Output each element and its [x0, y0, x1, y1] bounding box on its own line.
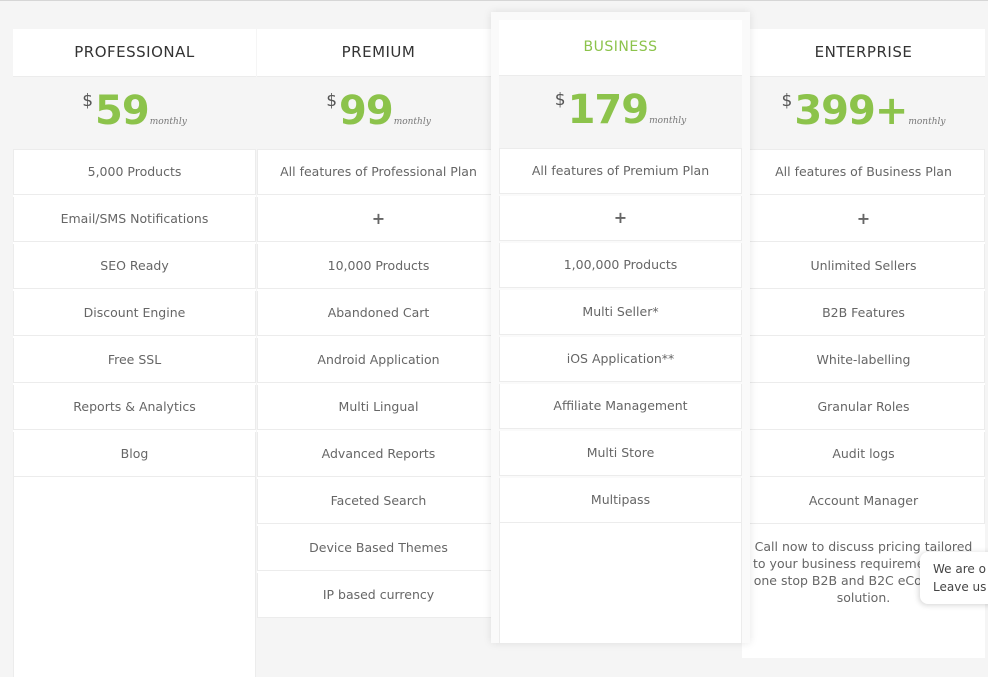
price-period: monthly — [149, 117, 187, 127]
feature-item: Email/SMS Notifications — [13, 197, 256, 242]
feature-item: Multipass — [499, 478, 742, 523]
currency-symbol: $ — [781, 91, 793, 111]
feature-item: Abandoned Cart — [257, 291, 500, 336]
feature-list: All features of Premium Plan + 1,00,000 … — [499, 149, 742, 523]
price-amount: 59 — [95, 88, 150, 134]
feature-list: All features of Business Plan + Unlimite… — [742, 150, 985, 524]
plan-name: PREMIUM — [257, 29, 500, 77]
feature-item: 10,000 Products — [257, 244, 500, 289]
chat-widget-popup[interactable]: We are o Leave us a — [920, 552, 988, 604]
currency-symbol: $ — [554, 90, 566, 110]
feature-item: All features of Professional Plan — [257, 150, 500, 195]
feature-list: All features of Professional Plan + 10,0… — [257, 150, 500, 618]
plan-card-premium: PREMIUM $99monthly All features of Profe… — [257, 29, 500, 618]
feature-list: 5,000 Products Email/SMS Notifications S… — [13, 150, 256, 477]
feature-item: Multi Seller* — [499, 290, 742, 335]
plus-icon: + — [499, 196, 742, 241]
feature-item: Granular Roles — [742, 385, 985, 430]
price-amount: 179 — [567, 87, 649, 133]
feature-item: Affiliate Management — [499, 384, 742, 429]
price-amount: 399+ — [794, 88, 908, 134]
currency-symbol: $ — [82, 91, 94, 111]
price-period: monthly — [649, 116, 687, 126]
card-filler — [499, 523, 742, 643]
currency-symbol: $ — [326, 91, 338, 111]
feature-item: Multi Store — [499, 431, 742, 476]
plan-price: $399+monthly — [742, 77, 985, 150]
top-divider — [0, 0, 988, 1]
card-filler — [13, 477, 256, 677]
feature-item: iOS Application** — [499, 337, 742, 382]
plan-name: BUSINESS — [499, 20, 742, 76]
feature-item: 5,000 Products — [13, 150, 256, 195]
feature-item: Discount Engine — [13, 291, 256, 336]
feature-item: Blog — [13, 432, 256, 477]
feature-item: White-labelling — [742, 338, 985, 383]
feature-item: Device Based Themes — [257, 526, 500, 571]
plan-price: $59monthly — [13, 77, 256, 150]
plan-price: $99monthly — [257, 77, 500, 150]
plus-icon: + — [257, 197, 500, 242]
plus-icon: + — [742, 197, 985, 242]
feature-item: Free SSL — [13, 338, 256, 383]
price-amount: 99 — [339, 88, 394, 134]
feature-item: All features of Premium Plan — [499, 149, 742, 194]
feature-item: Android Application — [257, 338, 500, 383]
feature-item: Multi Lingual — [257, 385, 500, 430]
chat-popup-line1: We are o — [933, 562, 986, 576]
plan-name: PROFESSIONAL — [13, 29, 256, 77]
price-period: monthly — [908, 117, 946, 127]
feature-item: Unlimited Sellers — [742, 244, 985, 289]
feature-item: 1,00,000 Products — [499, 243, 742, 288]
plan-card-professional: PROFESSIONAL $59monthly 5,000 Products E… — [13, 29, 256, 677]
feature-item: Account Manager — [742, 479, 985, 524]
feature-item: SEO Ready — [13, 244, 256, 289]
feature-item: IP based currency — [257, 573, 500, 618]
plan-name: ENTERPRISE — [742, 29, 985, 77]
feature-item: Faceted Search — [257, 479, 500, 524]
chat-popup-line2: Leave us a — [933, 580, 988, 594]
plan-card-business: BUSINESS $179monthly All features of Pre… — [491, 12, 750, 643]
feature-item: Reports & Analytics — [13, 385, 256, 430]
price-period: monthly — [393, 117, 431, 127]
plan-price: $179monthly — [499, 76, 742, 149]
feature-item: Advanced Reports — [257, 432, 500, 477]
feature-item: Audit logs — [742, 432, 985, 477]
feature-item: B2B Features — [742, 291, 985, 336]
feature-item: All features of Business Plan — [742, 150, 985, 195]
